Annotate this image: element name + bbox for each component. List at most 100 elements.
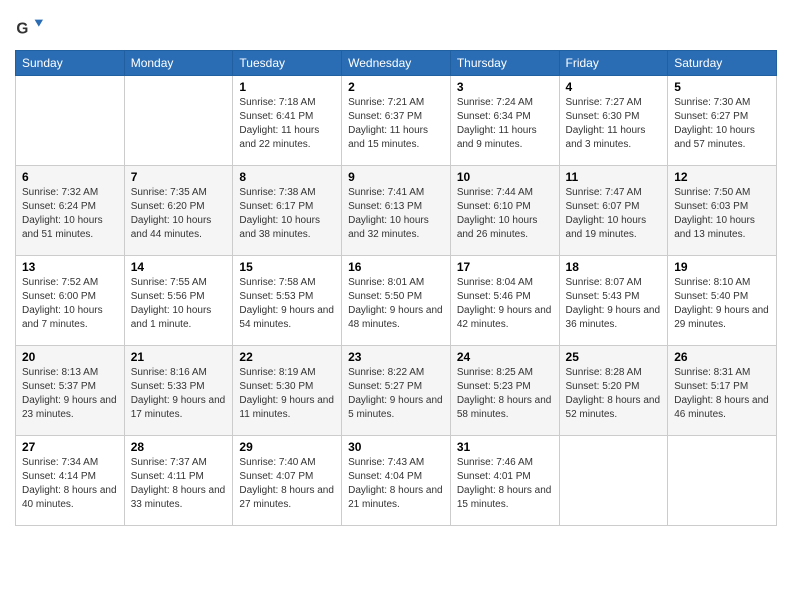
day-number: 30 xyxy=(348,440,444,454)
calendar-cell: 16 Sunrise: 8:01 AM Sunset: 5:50 PM Dayli… xyxy=(342,256,451,346)
day-info: Sunrise: 7:27 AM Sunset: 6:30 PM Dayligh… xyxy=(566,96,662,152)
day-number: 6 xyxy=(22,170,118,184)
header-row: SundayMondayTuesdayWednesdayThursdayFrid… xyxy=(16,51,777,76)
day-number: 10 xyxy=(457,170,553,184)
calendar-cell: 24 Sunrise: 8:25 AM Sunset: 5:23 PM Dayli… xyxy=(450,346,559,436)
day-info: Sunrise: 7:21 AM Sunset: 6:37 PM Dayligh… xyxy=(348,96,444,152)
day-number: 22 xyxy=(239,350,335,364)
day-number: 21 xyxy=(131,350,227,364)
calendar-cell: 10Sunrise: 7:44 AM Sunset: 6:10 PM Dayli… xyxy=(450,166,559,256)
calendar-cell: 25 Sunrise: 8:28 AM Sunset: 5:20 PM Dayli… xyxy=(559,346,668,436)
calendar-cell xyxy=(668,436,777,526)
svg-text:G: G xyxy=(16,21,28,38)
day-number: 13 xyxy=(22,260,118,274)
day-number: 28 xyxy=(131,440,227,454)
calendar-cell: 13 Sunrise: 7:52 AM Sunset: 6:00 PM Dayli… xyxy=(16,256,125,346)
day-info: Sunrise: 7:41 AM Sunset: 6:13 PM Dayligh… xyxy=(348,186,444,242)
calendar-cell: 29Sunrise: 7:40 AM Sunset: 4:07 PM Dayli… xyxy=(233,436,342,526)
day-info: Sunrise: 7:32 AM Sunset: 6:24 PM Dayligh… xyxy=(22,186,118,242)
calendar-cell: 30 Sunrise: 7:43 AM Sunset: 4:04 PM Dayli… xyxy=(342,436,451,526)
calendar-cell: 9Sunrise: 7:41 AM Sunset: 6:13 PM Daylig… xyxy=(342,166,451,256)
calendar-cell: 23 Sunrise: 8:22 AM Sunset: 5:27 PM Dayli… xyxy=(342,346,451,436)
day-info: Sunrise: 7:50 AM Sunset: 6:03 PM Dayligh… xyxy=(674,186,770,242)
day-info: Sunrise: 7:18 AM Sunset: 6:41 PM Dayligh… xyxy=(239,96,335,152)
day-info: Sunrise: 7:34 AM Sunset: 4:14 PM Dayligh… xyxy=(22,456,118,512)
day-info: Sunrise: 8:01 AM Sunset: 5:50 PM Dayligh… xyxy=(348,276,444,332)
day-number: 19 xyxy=(674,260,770,274)
calendar-cell: 20 Sunrise: 8:13 AM Sunset: 5:37 PM Dayli… xyxy=(16,346,125,436)
calendar-cell: 28 Sunrise: 7:37 AM Sunset: 4:11 PM Dayli… xyxy=(124,436,233,526)
day-number: 25 xyxy=(566,350,662,364)
calendar-cell: 26 Sunrise: 8:31 AM Sunset: 5:17 PM Dayli… xyxy=(668,346,777,436)
day-number: 2 xyxy=(348,80,444,94)
day-number: 20 xyxy=(22,350,118,364)
day-info: Sunrise: 7:30 AM Sunset: 6:27 PM Dayligh… xyxy=(674,96,770,152)
day-number: 8 xyxy=(239,170,335,184)
day-number: 26 xyxy=(674,350,770,364)
calendar-week-row: 13 Sunrise: 7:52 AM Sunset: 6:00 PM Dayli… xyxy=(16,256,777,346)
day-info: Sunrise: 7:47 AM Sunset: 6:07 PM Dayligh… xyxy=(566,186,662,242)
day-number: 15 xyxy=(239,260,335,274)
day-info: Sunrise: 7:52 AM Sunset: 6:00 PM Dayligh… xyxy=(22,276,118,332)
day-number: 14 xyxy=(131,260,227,274)
day-info: Sunrise: 8:13 AM Sunset: 5:37 PM Dayligh… xyxy=(22,366,118,422)
header-cell: Thursday xyxy=(450,51,559,76)
day-number: 27 xyxy=(22,440,118,454)
day-number: 18 xyxy=(566,260,662,274)
calendar-table: SundayMondayTuesdayWednesdayThursdayFrid… xyxy=(15,50,777,526)
calendar-cell: 31Sunrise: 7:46 AM Sunset: 4:01 PM Dayli… xyxy=(450,436,559,526)
calendar-body: 1 Sunrise: 7:18 AM Sunset: 6:41 PM Daylig… xyxy=(16,76,777,526)
calendar-cell: 18 Sunrise: 8:07 AM Sunset: 5:43 PM Dayli… xyxy=(559,256,668,346)
day-info: Sunrise: 8:25 AM Sunset: 5:23 PM Dayligh… xyxy=(457,366,553,422)
header-cell: Friday xyxy=(559,51,668,76)
calendar-header: SundayMondayTuesdayWednesdayThursdayFrid… xyxy=(16,51,777,76)
day-info: Sunrise: 7:37 AM Sunset: 4:11 PM Dayligh… xyxy=(131,456,227,512)
calendar-cell: 6 Sunrise: 7:32 AM Sunset: 6:24 PM Daylig… xyxy=(16,166,125,256)
day-number: 24 xyxy=(457,350,553,364)
calendar-cell xyxy=(559,436,668,526)
calendar-week-row: 1 Sunrise: 7:18 AM Sunset: 6:41 PM Daylig… xyxy=(16,76,777,166)
day-info: Sunrise: 8:22 AM Sunset: 5:27 PM Dayligh… xyxy=(348,366,444,422)
calendar-week-row: 6 Sunrise: 7:32 AM Sunset: 6:24 PM Daylig… xyxy=(16,166,777,256)
calendar-cell: 27 Sunrise: 7:34 AM Sunset: 4:14 PM Dayli… xyxy=(16,436,125,526)
day-info: Sunrise: 7:38 AM Sunset: 6:17 PM Dayligh… xyxy=(239,186,335,242)
calendar-cell: 7 Sunrise: 7:35 AM Sunset: 6:20 PM Daylig… xyxy=(124,166,233,256)
header-cell: Tuesday xyxy=(233,51,342,76)
calendar-cell: 22 Sunrise: 8:19 AM Sunset: 5:30 PM Dayli… xyxy=(233,346,342,436)
day-info: Sunrise: 8:04 AM Sunset: 5:46 PM Dayligh… xyxy=(457,276,553,332)
day-info: Sunrise: 7:43 AM Sunset: 4:04 PM Dayligh… xyxy=(348,456,444,512)
header-cell: Saturday xyxy=(668,51,777,76)
day-number: 4 xyxy=(566,80,662,94)
day-info: Sunrise: 8:16 AM Sunset: 5:33 PM Dayligh… xyxy=(131,366,227,422)
calendar-cell: 8 Sunrise: 7:38 AM Sunset: 6:17 PM Daylig… xyxy=(233,166,342,256)
day-info: Sunrise: 8:31 AM Sunset: 5:17 PM Dayligh… xyxy=(674,366,770,422)
day-number: 1 xyxy=(239,80,335,94)
logo-icon: G xyxy=(15,14,43,42)
day-number: 3 xyxy=(457,80,553,94)
calendar-cell: 21 Sunrise: 8:16 AM Sunset: 5:33 PM Dayli… xyxy=(124,346,233,436)
calendar-cell: 14 Sunrise: 7:55 AM Sunset: 5:56 PM Dayli… xyxy=(124,256,233,346)
day-number: 29 xyxy=(239,440,335,454)
day-number: 7 xyxy=(131,170,227,184)
calendar-cell xyxy=(124,76,233,166)
day-info: Sunrise: 8:28 AM Sunset: 5:20 PM Dayligh… xyxy=(566,366,662,422)
day-number: 12 xyxy=(674,170,770,184)
calendar-cell: 1 Sunrise: 7:18 AM Sunset: 6:41 PM Daylig… xyxy=(233,76,342,166)
page-header: G xyxy=(15,10,777,42)
day-info: Sunrise: 7:58 AM Sunset: 5:53 PM Dayligh… xyxy=(239,276,335,332)
calendar-cell: 4 Sunrise: 7:27 AM Sunset: 6:30 PM Daylig… xyxy=(559,76,668,166)
day-number: 16 xyxy=(348,260,444,274)
day-number: 11 xyxy=(566,170,662,184)
day-info: Sunrise: 8:10 AM Sunset: 5:40 PM Dayligh… xyxy=(674,276,770,332)
calendar-cell: 3Sunrise: 7:24 AM Sunset: 6:34 PM Daylig… xyxy=(450,76,559,166)
day-info: Sunrise: 7:55 AM Sunset: 5:56 PM Dayligh… xyxy=(131,276,227,332)
calendar-week-row: 27 Sunrise: 7:34 AM Sunset: 4:14 PM Dayli… xyxy=(16,436,777,526)
day-number: 23 xyxy=(348,350,444,364)
day-info: Sunrise: 7:35 AM Sunset: 6:20 PM Dayligh… xyxy=(131,186,227,242)
header-cell: Monday xyxy=(124,51,233,76)
day-info: Sunrise: 8:07 AM Sunset: 5:43 PM Dayligh… xyxy=(566,276,662,332)
day-info: Sunrise: 8:19 AM Sunset: 5:30 PM Dayligh… xyxy=(239,366,335,422)
logo: G xyxy=(15,10,45,42)
calendar-cell: 19 Sunrise: 8:10 AM Sunset: 5:40 PM Dayli… xyxy=(668,256,777,346)
calendar-cell: 5Sunrise: 7:30 AM Sunset: 6:27 PM Daylig… xyxy=(668,76,777,166)
